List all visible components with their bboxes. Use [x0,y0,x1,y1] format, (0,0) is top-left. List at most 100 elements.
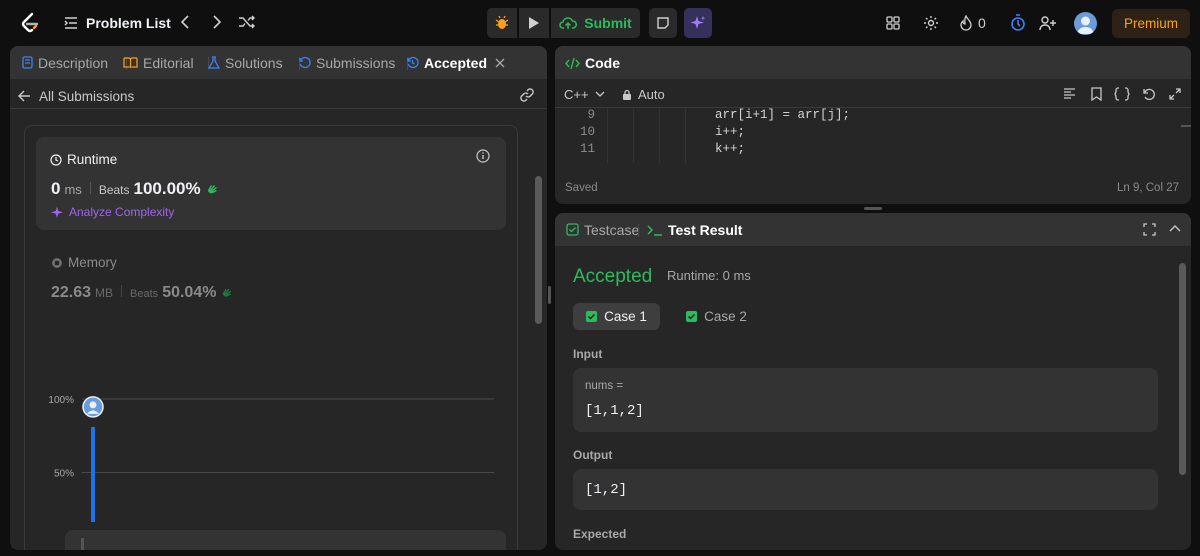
info-icon[interactable] [476,149,490,163]
premium-button[interactable]: Premium [1112,9,1190,38]
code-line: 10 i++; [555,125,1175,142]
close-icon[interactable] [495,58,505,68]
case-tab-2-label: Case 2 [704,309,747,324]
line-number: 10 [579,125,595,139]
language-select[interactable]: C++ [564,87,605,102]
note-icon [656,16,670,30]
debug-button[interactable] [487,8,517,38]
scrollbar[interactable] [535,176,542,324]
format-icon[interactable] [1063,88,1076,100]
tab-editorial[interactable]: Editorial [123,46,194,79]
vertical-splitter-handle[interactable] [548,286,551,304]
tab-test-result-label: Test Result [668,221,743,238]
sparkle-icon [51,206,64,219]
checkbox-icon [566,223,579,236]
ai-assist-button[interactable] [684,8,712,38]
line-text: k++; [715,142,746,156]
tab-accepted[interactable]: Accepted [406,46,505,79]
line-number: 9 [587,108,595,122]
scrollbar[interactable] [1179,263,1186,475]
top-navbar: Problem List Submit 0 Premium [0,0,1200,45]
tab-testcase[interactable]: Testcase [566,213,639,246]
analyze-complexity-label: Analyze Complexity [69,205,175,219]
tab-solutions[interactable]: Solutions [208,46,283,79]
submit-button[interactable]: Submit [551,8,640,38]
runtime-distribution-chart: 100%50%0%10ms20ms31ms41ms [36,342,506,522]
code-editor[interactable]: 9 arr[i+1] = arr[j]; 10 i++; 11 k++; [555,108,1191,163]
back-to-submissions-link[interactable]: All Submissions [18,87,134,105]
line-text: arr[i+1] = arr[j]; [715,108,851,122]
runtime-value: 0 [51,179,61,198]
settings-gear-icon[interactable] [921,13,941,33]
input-label: Input [573,347,603,361]
saved-status: Saved [565,182,598,194]
output-box: [1,2] [573,469,1158,510]
tab-submissions[interactable]: Submissions [298,46,395,79]
memory-unit: MB [95,286,114,300]
add-user-icon[interactable] [1037,13,1059,33]
horizontal-splitter-handle[interactable] [864,207,882,210]
tab-editorial-label: Editorial [143,54,194,71]
prev-problem-icon[interactable] [176,13,194,31]
case-tab-1[interactable]: Case 1 [573,303,660,330]
tab-accepted-label: Accepted [424,54,488,71]
language-label: C++ [564,87,589,102]
code-title-label: Code [585,55,620,71]
memory-stats: 22.63 MB Beats 50.04% [51,284,234,302]
run-button[interactable] [519,8,549,38]
problem-list-label: Problem List [86,15,171,31]
runtime-unit: ms [64,182,82,197]
next-problem-icon[interactable] [208,13,226,31]
runtime-distribution-svg: 100%50%0%10ms20ms31ms41ms [48,395,494,522]
notes-button[interactable] [649,8,677,38]
tab-description-label: Description [38,54,109,71]
test-result-panel: Testcase Test Result Accepted Runtime: 0… [555,213,1191,550]
auto-mode-toggle[interactable]: Auto [622,87,665,102]
layout-grid-icon[interactable] [884,14,902,32]
streak-counter[interactable]: 0 [959,14,986,32]
document-icon [22,56,33,69]
leetcode-logo-icon[interactable] [18,11,42,35]
shuffle-icon[interactable] [237,13,257,31]
problem-list-button[interactable]: Problem List [64,12,171,34]
maximize-icon[interactable] [1143,223,1156,236]
auto-mode-label: Auto [638,87,665,102]
runtime-beats-value: 100.00% [133,179,201,198]
result-status: Accepted [573,266,653,287]
editor-scrollbar[interactable] [1181,125,1191,127]
bug-icon [494,15,510,31]
expand-icon[interactable] [1169,88,1181,100]
analyze-complexity-button[interactable]: Analyze Complexity [51,205,174,219]
memory-title: Memory [68,255,117,270]
chevron-down-icon [595,91,605,98]
result-runtime: Runtime: 0 ms [667,268,751,283]
reset-code-icon[interactable] [1142,87,1156,101]
tab-test-result[interactable]: Test Result [647,213,742,246]
runtime-card[interactable]: Runtime 0 ms Beats 100.00% Analyze Compl… [36,137,506,230]
chart-y-tick: 100% [48,395,74,406]
bookmark-icon[interactable] [1091,87,1102,101]
case-tab-2[interactable]: Case 2 [673,303,760,330]
premium-label: Premium [1123,16,1178,31]
chart-bar [91,426,95,522]
code-preview-card [65,530,506,550]
curly-braces-icon[interactable] [1114,87,1130,101]
code-panel: Code C++ Auto 9 arr[i+1] = arr[j]; 10 i+… [555,46,1191,204]
stat-divider [121,285,123,297]
chart-y-tick: 50% [54,469,74,480]
tab-solutions-label: Solutions [225,54,283,71]
chevron-up-icon[interactable] [1169,224,1181,232]
history-icon [406,56,419,69]
memory-header[interactable]: Memory [51,255,117,270]
stat-divider [89,182,91,194]
clock-icon [50,153,62,166]
runtime-stats: 0 ms Beats 100.00% [51,179,220,199]
avatar[interactable] [1074,12,1097,35]
share-link-icon[interactable] [519,87,535,103]
tab-description[interactable]: Description [22,46,108,79]
timer-icon[interactable] [1008,13,1028,33]
chart-user-marker-head [89,401,97,409]
memory-beats-label: Beats [130,288,159,300]
book-icon [123,56,138,69]
expected-label: Expected [573,527,627,541]
